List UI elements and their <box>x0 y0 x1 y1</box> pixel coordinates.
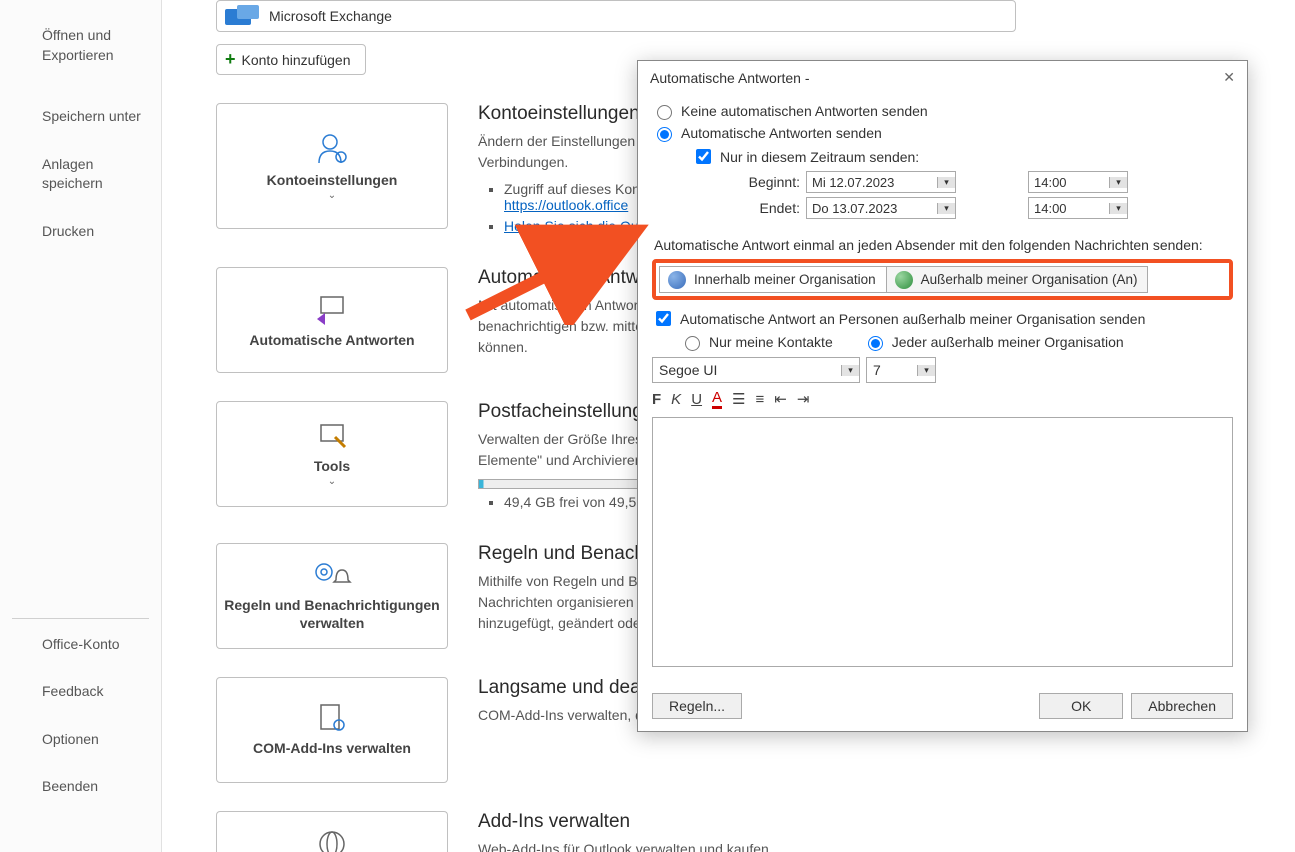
tile-label: Tools <box>314 457 350 475</box>
chevron-down-icon: ⌄ <box>328 476 336 487</box>
automatic-replies-dialog: Automatische Antworten - ✕ Keine automat… <box>637 60 1248 732</box>
dropdown-icon[interactable]: ▾ <box>1109 203 1127 214</box>
radio-send-auto-reply[interactable] <box>657 127 672 142</box>
end-date-combo[interactable]: Do 13.07.2023▾ <box>806 197 956 219</box>
indent-icon[interactable]: ⇥ <box>797 390 810 408</box>
envelope-reply-icon <box>315 291 349 325</box>
begin-time-combo[interactable]: 14:00▾ <box>1028 171 1128 193</box>
radio-label: Keine automatischen Antworten senden <box>681 103 928 119</box>
callout-arrow <box>458 215 658 325</box>
sidebar-item-save-as[interactable]: Speichern unter <box>0 99 161 135</box>
font-color-icon[interactable]: A <box>712 389 722 409</box>
sidebar-item-exit[interactable]: Beenden <box>0 769 161 805</box>
begins-label: Beginnt: <box>720 174 800 190</box>
close-icon[interactable]: ✕ <box>1223 69 1235 86</box>
tile-label: COM-Add-Ins verwalten <box>253 739 411 757</box>
dropdown-icon[interactable]: ▾ <box>841 365 859 376</box>
end-time-combo[interactable]: 14:00▾ <box>1028 197 1128 219</box>
bold-icon[interactable]: F <box>652 391 661 408</box>
check-label: Nur in diesem Zeitraum senden: <box>720 149 919 165</box>
cancel-button[interactable]: Abbrechen <box>1131 693 1233 719</box>
tab-inside-org[interactable]: Innerhalb meiner Organisation <box>659 266 886 293</box>
radio-label: Jeder außerhalb meiner Organisation <box>892 334 1124 350</box>
info-line: Automatische Antwort einmal an jeden Abs… <box>654 237 1233 253</box>
sidebar-item-office-account[interactable]: Office-Konto <box>0 627 161 663</box>
dropdown-icon[interactable]: ▾ <box>937 177 955 188</box>
check-label: Automatische Antwort an Personen außerha… <box>680 311 1145 327</box>
rules-button[interactable]: Regeln... <box>652 693 742 719</box>
sidebar-item-open-export[interactable]: Öffnen und Exportieren <box>0 18 161 73</box>
chevron-down-icon: ⌄ <box>328 190 336 201</box>
outlook-web-link[interactable]: https://outlook.office <box>504 197 628 213</box>
radio-label: Automatische Antworten senden <box>681 125 882 141</box>
radio-label: Nur meine Kontakte <box>709 334 833 350</box>
account-type-label: Microsoft Exchange <box>269 8 392 24</box>
italic-icon[interactable]: K <box>671 391 681 408</box>
tile-label: Regeln und Benachrichtigungen verwalten <box>217 596 447 632</box>
radio-everyone-outside[interactable] <box>868 336 883 351</box>
addins-icon <box>315 703 349 733</box>
sidebar: Öffnen und Exportieren Speichern unter A… <box>0 0 162 852</box>
check-reply-outside[interactable] <box>656 311 671 326</box>
add-account-label: Konto hinzufügen <box>242 52 351 68</box>
font-size-combo[interactable]: 7▾ <box>866 357 936 383</box>
sidebar-item-options[interactable]: Optionen <box>0 722 161 758</box>
globe-icon <box>315 827 349 852</box>
number-list-icon[interactable]: ≡ <box>756 391 765 408</box>
sidebar-item-save-attachments[interactable]: Anlagen speichern <box>0 147 161 202</box>
person-gear-icon <box>315 131 349 165</box>
gear-bell-icon <box>312 560 352 590</box>
section-desc: Web-Add-Ins für Outlook verwalten und ka… <box>478 839 978 852</box>
dropdown-icon[interactable]: ▾ <box>1109 177 1127 188</box>
tile-account-settings[interactable]: Kontoeinstellungen ⌄ <box>216 103 448 229</box>
org-tabs-highlight: Innerhalb meiner Organisation Außerhalb … <box>652 259 1233 300</box>
format-toolbar: F K U A ☰ ≡ ⇤ ⇥ <box>652 389 1233 409</box>
underline-icon[interactable]: U <box>691 391 702 408</box>
tile-rules-alerts[interactable]: Regeln und Benachrichtigungen verwalten <box>216 543 448 649</box>
section-title: Add-Ins verwalten <box>478 811 978 833</box>
radio-no-auto-reply[interactable] <box>657 105 672 120</box>
plus-icon: + <box>225 49 236 70</box>
tile-label: Kontoeinstellungen <box>267 171 398 189</box>
dropdown-icon[interactable]: ▾ <box>917 365 935 376</box>
outdent-icon[interactable]: ⇤ <box>774 390 787 408</box>
sidebar-item-feedback[interactable]: Feedback <box>0 674 161 710</box>
dialog-title: Automatische Antworten - <box>650 70 810 86</box>
tile-label: Automatische Antworten <box>249 331 414 349</box>
tile-com-addins[interactable]: COM-Add-Ins verwalten <box>216 677 448 783</box>
tile-automatic-replies[interactable]: Automatische Antworten <box>216 267 448 373</box>
dropdown-icon[interactable]: ▾ <box>937 203 955 214</box>
font-family-combo[interactable]: Segoe UI▾ <box>652 357 860 383</box>
begin-date-combo[interactable]: Mi 12.07.2023▾ <box>806 171 956 193</box>
tile-tools[interactable]: Tools ⌄ <box>216 401 448 507</box>
account-selector[interactable]: Microsoft Exchange <box>216 0 1016 32</box>
check-only-period[interactable] <box>696 149 711 164</box>
ends-label: Endet: <box>720 200 800 216</box>
message-editor[interactable] <box>652 417 1233 667</box>
tools-icon <box>315 421 349 451</box>
tab-outside-org[interactable]: Außerhalb meiner Organisation (An) <box>886 266 1149 293</box>
add-account-button[interactable]: + Konto hinzufügen <box>216 44 366 75</box>
ok-button[interactable]: OK <box>1039 693 1123 719</box>
tile-manage-addins[interactable] <box>216 811 448 852</box>
radio-only-contacts[interactable] <box>685 336 700 351</box>
sidebar-item-print[interactable]: Drucken <box>0 214 161 250</box>
divider <box>12 618 149 619</box>
quota-bar <box>478 479 638 489</box>
bullet-list-icon[interactable]: ☰ <box>732 390 745 408</box>
exchange-icon <box>225 5 259 27</box>
